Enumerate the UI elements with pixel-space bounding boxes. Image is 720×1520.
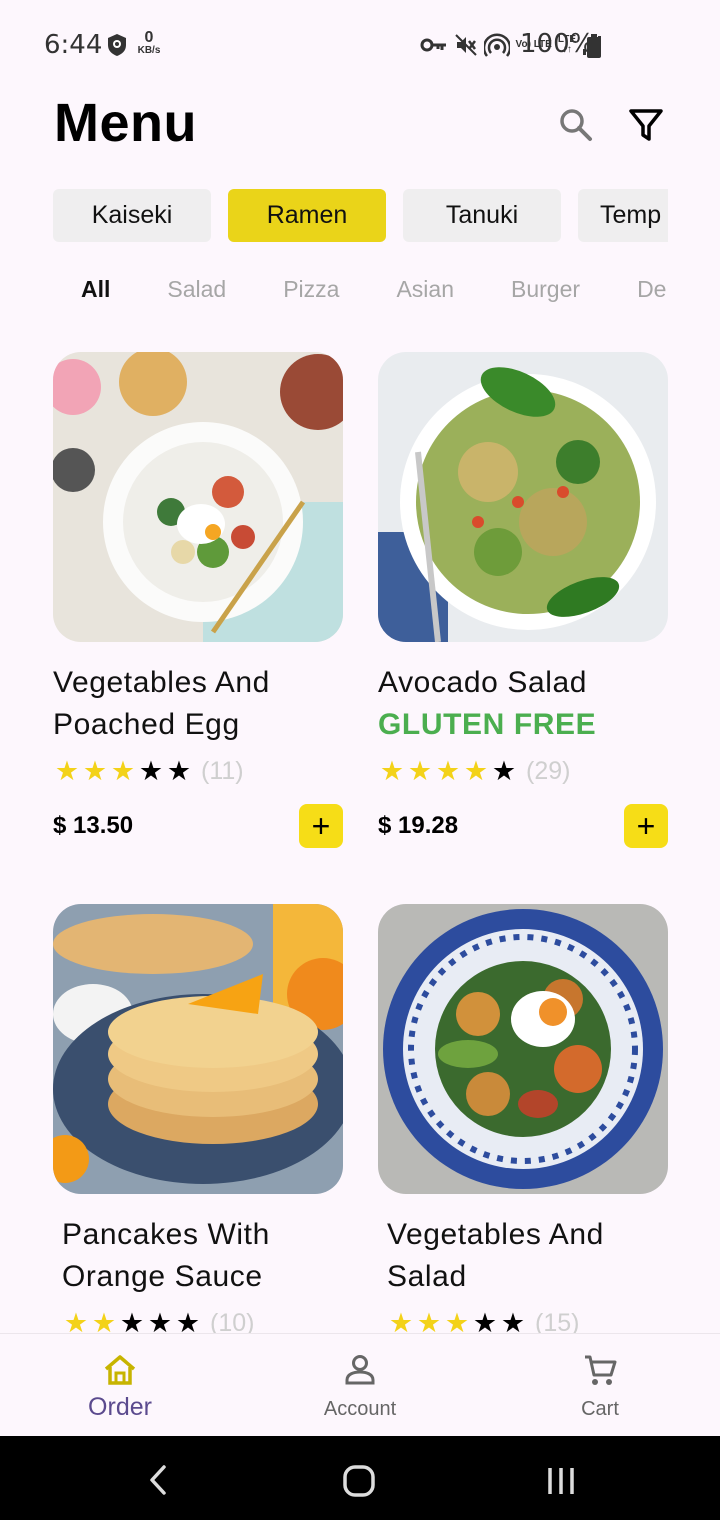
star-icon: ★	[82, 755, 108, 786]
filter-icon[interactable]	[626, 105, 666, 145]
net-speed: 0 KB/s	[137, 29, 161, 56]
product-name: Avocado Salad GLUTEN FREE	[378, 662, 678, 746]
star-icon: ★	[166, 755, 192, 786]
mute-icon	[454, 34, 477, 56]
tab-asian[interactable]: Asian	[396, 272, 454, 307]
star-icon: ★	[379, 755, 405, 786]
system-navigation-bar	[0, 1436, 720, 1520]
product-image[interactable]	[378, 352, 668, 642]
product-card[interactable]: Pancakes With Orange Sauce ★ ★ ★ ★ ★ (10…	[53, 904, 343, 1337]
category-chip-tanuki[interactable]: Tanuki	[403, 189, 561, 242]
rating-stars: ★ ★ ★ ★ ★ (29)	[378, 754, 571, 788]
product-price: $ 13.50	[53, 812, 134, 839]
bottom-navigation: Order Account Cart	[0, 1333, 720, 1436]
review-count: (11)	[201, 756, 244, 785]
star-icon: ★	[138, 755, 164, 786]
sub-tabs: All Salad Pizza Asian Burger De	[54, 272, 668, 312]
home-circle-icon[interactable]	[342, 1464, 376, 1498]
product-name: Vegetables And Poached Egg	[53, 666, 270, 741]
star-icon: ★	[491, 755, 517, 786]
nav-cart-label: Cart	[581, 1398, 619, 1420]
product-card[interactable]: Vegetables And Salad ★ ★ ★ ★ ★ (15)	[378, 904, 668, 1337]
page-title: Menu	[54, 93, 197, 153]
nav-order-label: Order	[88, 1393, 152, 1421]
battery-icon	[587, 34, 601, 58]
shield-icon	[108, 34, 126, 56]
add-to-cart-button[interactable]: +	[624, 804, 668, 848]
status-time: 6:44	[44, 30, 103, 60]
category-chip-ramen[interactable]: Ramen	[228, 189, 386, 242]
nav-order[interactable]: Order	[40, 1334, 200, 1437]
status-bar: 6:44 0 KB/s Vo) LTE LTE ↓↑ 100%	[0, 0, 720, 90]
review-count: (29)	[526, 756, 571, 785]
product-image[interactable]	[53, 352, 343, 642]
tab-burger[interactable]: Burger	[511, 272, 580, 307]
rating-stars: ★ ★ ★ ★ ★ (11)	[53, 754, 244, 788]
product-name: Pancakes With Orange Sauce	[62, 1218, 270, 1293]
product-card[interactable]: Vegetables And Poached Egg ★ ★ ★ ★ ★ (11…	[53, 352, 343, 848]
back-icon[interactable]	[146, 1464, 170, 1496]
star-icon: ★	[435, 755, 461, 786]
product-price: $ 19.28	[378, 812, 459, 839]
key-icon	[420, 38, 446, 52]
tab-dessert[interactable]: De	[637, 272, 666, 307]
product-image[interactable]	[378, 904, 668, 1194]
tab-salad[interactable]: Salad	[167, 272, 226, 307]
cart-icon	[585, 1355, 617, 1385]
home-icon	[104, 1355, 136, 1385]
category-chip-temp[interactable]: Temp	[578, 189, 668, 242]
person-icon	[345, 1355, 375, 1385]
battery-percent: 100%	[520, 29, 595, 59]
product-card[interactable]: Avocado Salad GLUTEN FREE ★ ★ ★ ★ ★ (29)…	[378, 352, 668, 848]
star-icon: ★	[407, 755, 433, 786]
diet-tag: GLUTEN FREE	[378, 708, 597, 741]
category-chips: Kaiseki Ramen Tanuki Temp	[53, 189, 668, 242]
nav-cart[interactable]: Cart	[520, 1334, 680, 1437]
nav-account-label: Account	[323, 1398, 397, 1420]
nav-account[interactable]: Account	[280, 1334, 440, 1437]
star-icon: ★	[110, 755, 136, 786]
add-to-cart-button[interactable]: +	[299, 804, 343, 848]
recents-icon[interactable]	[546, 1466, 576, 1496]
category-chip-kaiseki[interactable]: Kaiseki	[53, 189, 211, 242]
tab-pizza[interactable]: Pizza	[283, 272, 339, 307]
tab-all[interactable]: All	[81, 272, 110, 307]
star-icon: ★	[463, 755, 489, 786]
search-icon[interactable]	[556, 105, 596, 145]
product-name: Vegetables And Salad	[387, 1218, 604, 1293]
star-icon: ★	[54, 755, 80, 786]
hotspot-icon	[483, 33, 510, 57]
product-image[interactable]	[53, 904, 343, 1194]
